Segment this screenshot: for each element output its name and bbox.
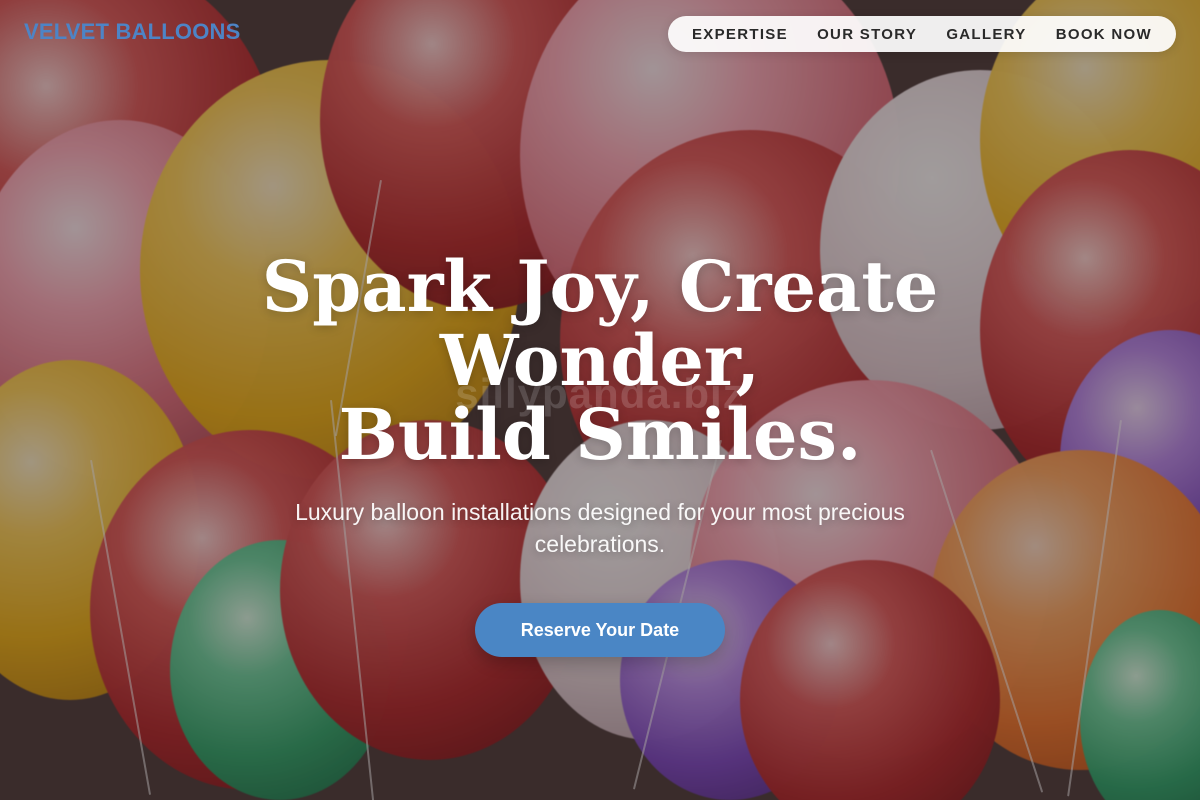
- hero-subheadline-line-1: Luxury balloon installations designed fo…: [295, 499, 905, 525]
- reserve-your-date-button[interactable]: Reserve Your Date: [475, 603, 725, 657]
- primary-nav: EXPERTISE OUR STORY GALLERY BOOK NOW: [668, 16, 1176, 52]
- nav-gallery[interactable]: GALLERY: [946, 26, 1026, 43]
- brand-logo[interactable]: VELVET BALLOONS: [24, 19, 241, 45]
- top-navigation: VELVET BALLOONS EXPERTISE OUR STORY GALL…: [0, 0, 1200, 70]
- nav-our-story[interactable]: OUR STORY: [817, 26, 917, 43]
- hero-section: VELVET BALLOONS EXPERTISE OUR STORY GALL…: [0, 0, 1200, 800]
- hero-headline: Spark Joy, Create Wonder, Build Smiles.: [100, 250, 1100, 472]
- hero-headline-line-1: Spark Joy, Create Wonder,: [261, 245, 939, 402]
- nav-book-now[interactable]: BOOK NOW: [1056, 26, 1152, 43]
- hero-subheadline: Luxury balloon installations designed fo…: [230, 496, 970, 560]
- hero-subheadline-line-2: celebrations.: [534, 531, 666, 557]
- hero-content: Spark Joy, Create Wonder, Build Smiles. …: [0, 250, 1200, 657]
- nav-expertise[interactable]: EXPERTISE: [692, 26, 788, 43]
- hero-headline-line-2: Build Smiles.: [338, 393, 862, 476]
